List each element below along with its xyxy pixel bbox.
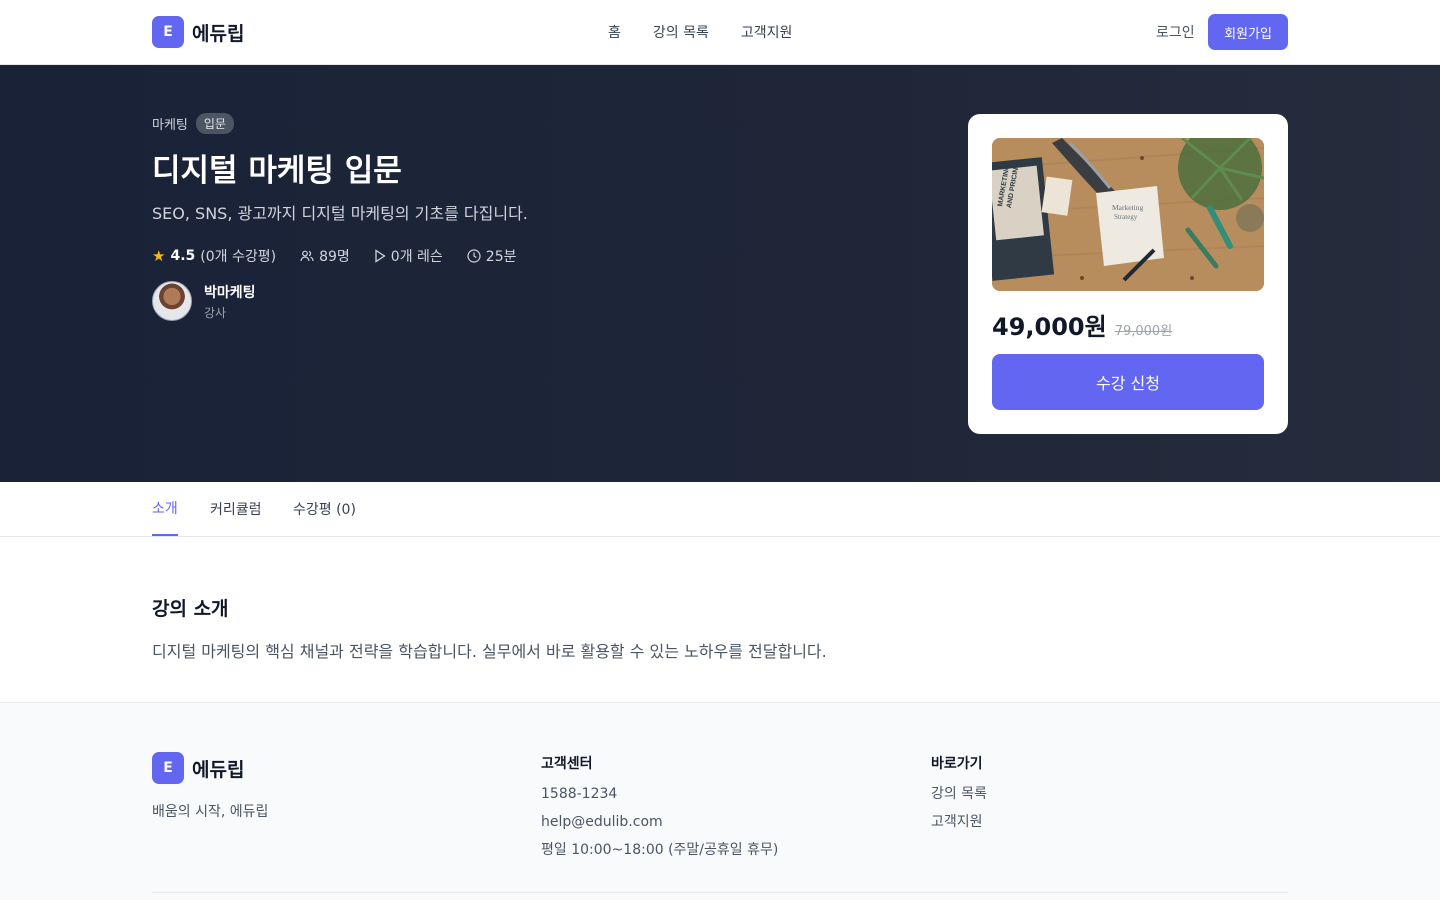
- thumbnail-image: MARKETING AND PRICING Marketing Strategy: [992, 138, 1264, 291]
- course-title: 디지털 마케팅 입문: [152, 153, 402, 189]
- footer-logo: E 에듀립: [152, 752, 244, 784]
- footer-phone: 1588-1234: [541, 786, 618, 802]
- footer-links: 바로가기 강의 목록 고객지원: [931, 753, 987, 841]
- course-hero: 마케팅 입문 디지털 마케팅 입문 SEO, SNS, 광고까지 디지털 마케팅…: [0, 65, 1440, 482]
- course-category: 마케팅 입문: [152, 113, 234, 134]
- tab-curriculum[interactable]: 커리큘럼: [210, 482, 262, 536]
- clock-icon: [467, 249, 481, 263]
- svg-text:Marketing: Marketing: [1112, 203, 1143, 212]
- svg-text:Strategy: Strategy: [1114, 213, 1138, 221]
- course-meta: ★ 4.5 (0개 수강평) 89명 0개 레슨 25분: [152, 246, 516, 266]
- enroll-button[interactable]: 수강 신청: [992, 354, 1264, 410]
- nav-support[interactable]: 고객지원: [741, 22, 793, 42]
- site-footer: E 에듀립 배움의 시작, 에듀립 고객센터 1588-1234 help@ed…: [0, 702, 1440, 900]
- footer-support: 고객센터 1588-1234 help@edulib.com 평일 10:00~…: [541, 753, 778, 869]
- footer-logo-text: 에듀립: [192, 758, 245, 781]
- footer-email: help@edulib.com: [541, 814, 663, 830]
- logo-link[interactable]: E 에듀립: [152, 16, 244, 48]
- lessons-meta: 0개 레슨: [374, 246, 443, 266]
- login-link[interactable]: 로그인: [1156, 22, 1195, 42]
- rating-meta: ★ 4.5 (0개 수강평): [152, 246, 276, 266]
- footer-link-support[interactable]: 고객지원: [931, 813, 987, 841]
- instructor: 박마케팅 강사: [152, 281, 256, 321]
- purchase-card: MARKETING AND PRICING Marketing Strategy: [968, 114, 1288, 434]
- instructor-name: 박마케팅: [204, 284, 256, 301]
- lessons-count: 0개 레슨: [390, 249, 443, 265]
- category-label: 마케팅: [152, 118, 188, 133]
- avatar: [152, 281, 192, 321]
- users-icon: [300, 250, 314, 262]
- students-count: 89명: [319, 249, 350, 265]
- tab-reviews[interactable]: 수강평 (0): [293, 482, 356, 536]
- duration-value: 25분: [485, 249, 517, 265]
- play-icon: [375, 249, 386, 263]
- intro-title: 강의 소개: [152, 598, 229, 620]
- course-thumbnail: MARKETING AND PRICING Marketing Strategy: [992, 138, 1264, 291]
- course-tabs: 소개 커리큘럼 수강평 (0): [0, 482, 1440, 537]
- main-nav: 홈 강의 목록 고객지원: [608, 22, 792, 42]
- nav-courses[interactable]: 강의 목록: [653, 22, 709, 42]
- price-row: 49,000원 79,000원: [992, 307, 1172, 342]
- tab-intro[interactable]: 소개: [152, 482, 178, 536]
- footer-support-title: 고객센터: [541, 756, 593, 772]
- footer-hours: 평일 10:00~18:00 (주말/공휴일 휴무): [541, 842, 779, 858]
- footer-links-title: 바로가기: [931, 756, 983, 772]
- footer-tagline: 배움의 시작, 에듀립: [152, 804, 269, 820]
- level-badge: 입문: [195, 113, 234, 134]
- footer-link-courses[interactable]: 강의 목록: [931, 785, 987, 813]
- signup-button[interactable]: 회원가입: [1208, 14, 1288, 50]
- footer-logo-icon: E: [152, 752, 184, 784]
- intro-body: 디지털 마케팅의 핵심 채널과 전략을 학습합니다. 실무에서 바로 활용할 수…: [152, 642, 827, 661]
- logo-text: 에듀립: [192, 22, 245, 45]
- star-icon: ★: [152, 247, 166, 265]
- footer-divider: [152, 892, 1288, 893]
- logo-icon: E: [152, 16, 184, 48]
- instructor-role: 강사: [204, 305, 227, 320]
- duration-meta: 25분: [467, 246, 517, 266]
- rating-value: 4.5: [170, 248, 196, 264]
- nav-home[interactable]: 홈: [608, 22, 621, 42]
- students-meta: 89명: [300, 246, 350, 266]
- original-price: 79,000원: [1114, 324, 1173, 339]
- review-count: (0개 수강평): [200, 249, 277, 265]
- course-description: SEO, SNS, 광고까지 디지털 마케팅의 기초를 다집니다.: [152, 204, 528, 223]
- site-header: E 에듀립 홈 강의 목록 고객지원 로그인 회원가입: [0, 0, 1440, 65]
- sale-price: 49,000원: [992, 313, 1107, 341]
